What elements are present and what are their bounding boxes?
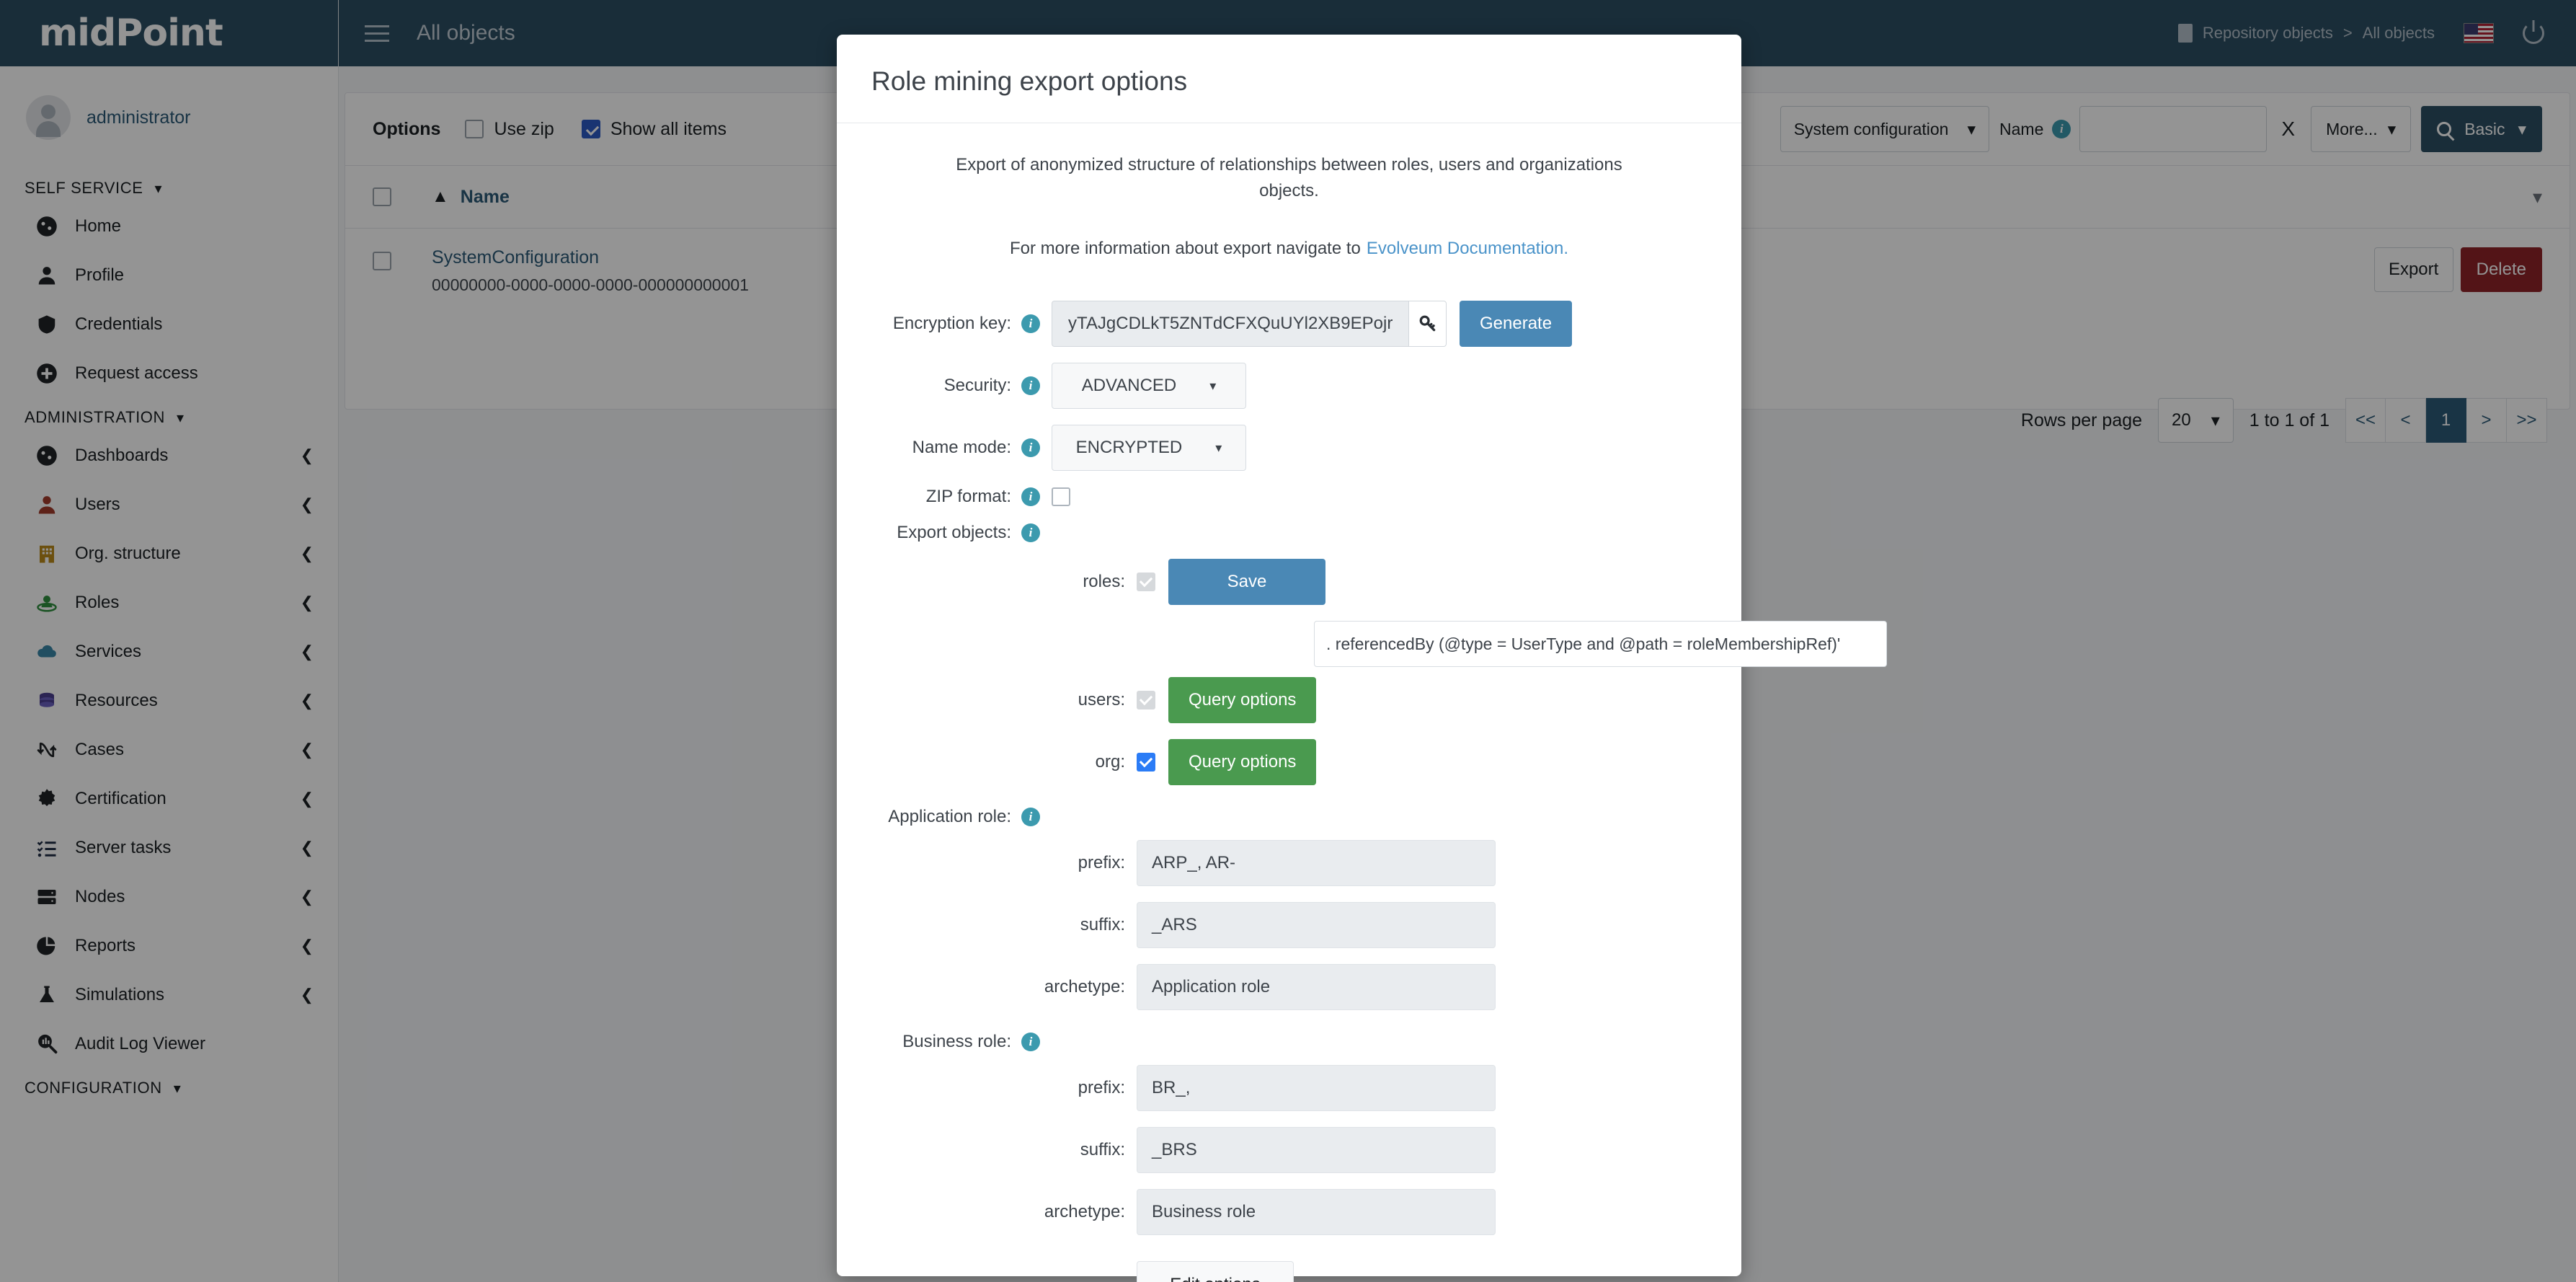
business-role-label: Business role: xyxy=(902,1032,1011,1052)
name-mode-value: ENCRYPTED xyxy=(1076,438,1183,458)
encryption-key-label: Encryption key: xyxy=(893,314,1011,334)
role-mining-export-dialog: Role mining export options Export of ano… xyxy=(837,35,1741,1276)
edit-options-button[interactable]: Edit options xyxy=(1137,1261,1294,1282)
export-objects-label: Export objects: xyxy=(897,523,1011,543)
roles-label: roles: xyxy=(1083,572,1125,592)
info-icon[interactable]: i xyxy=(1021,376,1040,395)
roles-query-input[interactable]: . referencedBy (@type = UserType and @pa… xyxy=(1314,621,1887,667)
biz-archetype-label-wrap: archetype: xyxy=(871,1202,1137,1222)
export-options-form: Encryption key: i yTAJgCDLkT5ZNTdCFXQuUY… xyxy=(871,301,1707,1282)
security-value: ADVANCED xyxy=(1082,376,1177,396)
name-mode-label: Name mode: xyxy=(912,438,1011,458)
users-row: users: Query options xyxy=(871,677,1707,723)
key-icon[interactable] xyxy=(1408,301,1447,347)
zip-format-label-wrap: ZIP format: i xyxy=(871,487,1052,507)
dialog-doc-row: For more information about export naviga… xyxy=(871,239,1707,259)
biz-suffix-input[interactable]: _BRS xyxy=(1137,1127,1496,1173)
biz-archetype-row: archetype: Business role xyxy=(871,1189,1707,1235)
encryption-key-input[interactable]: yTAJgCDLkT5ZNTdCFXQuUYl2XB9EPojr xyxy=(1052,301,1408,347)
app-prefix-row: prefix: ARP_, AR- xyxy=(871,840,1707,886)
chevron-down-icon: ▾ xyxy=(1209,379,1216,394)
edit-options-row: Edit options Hide additional options xyxy=(871,1261,1707,1282)
roles-save-button[interactable]: Save xyxy=(1168,559,1325,605)
dialog-title: Role mining export options xyxy=(871,66,1707,97)
app-suffix-label-wrap: suffix: xyxy=(871,915,1137,935)
org-label-wrap: org: xyxy=(871,752,1137,772)
app-archetype-input[interactable]: Application role xyxy=(1137,964,1496,1010)
dialog-body: Export of anonymized structure of relati… xyxy=(837,123,1741,1282)
business-role-section: Business role: i xyxy=(871,1032,1707,1052)
users-query-options-button[interactable]: Query options xyxy=(1168,677,1316,723)
app-archetype-label: archetype: xyxy=(1044,977,1125,997)
users-checkbox xyxy=(1137,691,1155,709)
biz-archetype-label: archetype: xyxy=(1044,1202,1125,1222)
app-prefix-label-wrap: prefix: xyxy=(871,853,1137,873)
users-label-wrap: users: xyxy=(871,690,1137,710)
roles-checkbox xyxy=(1137,573,1155,591)
generate-key-button[interactable]: Generate xyxy=(1460,301,1572,347)
zip-format-label: ZIP format: xyxy=(926,487,1011,507)
dialog-description: Export of anonymized structure of relati… xyxy=(925,152,1653,204)
zip-format-row: ZIP format: i xyxy=(871,487,1707,507)
doc-info-prefix: For more information about export naviga… xyxy=(1010,239,1361,258)
zip-format-checkbox[interactable] xyxy=(1052,487,1070,506)
name-mode-row: Name mode: i ENCRYPTED ▾ xyxy=(871,425,1707,471)
app-suffix-row: suffix: _ARS xyxy=(871,902,1707,948)
app-prefix-input[interactable]: ARP_, AR- xyxy=(1137,840,1496,886)
app-prefix-label: prefix: xyxy=(1078,853,1125,873)
biz-prefix-label: prefix: xyxy=(1078,1078,1125,1098)
name-mode-label-wrap: Name mode: i xyxy=(871,438,1052,458)
app-suffix-label: suffix: xyxy=(1080,915,1125,935)
security-row: Security: i ADVANCED ▾ xyxy=(871,363,1707,409)
export-objects-label-wrap: Export objects: i xyxy=(871,523,1052,543)
app-archetype-row: archetype: Application role xyxy=(871,964,1707,1010)
org-row: org: Query options xyxy=(871,739,1707,785)
info-icon[interactable]: i xyxy=(1021,438,1040,457)
application-role-label-wrap: Application role: i xyxy=(871,807,1052,827)
biz-suffix-row: suffix: _BRS xyxy=(871,1127,1707,1173)
dialog-header: Role mining export options xyxy=(837,35,1741,123)
security-select[interactable]: ADVANCED ▾ xyxy=(1052,363,1246,409)
biz-prefix-label-wrap: prefix: xyxy=(871,1078,1137,1098)
chevron-down-icon: ▾ xyxy=(1215,441,1222,456)
security-label: Security: xyxy=(944,376,1011,396)
biz-suffix-label: suffix: xyxy=(1080,1140,1125,1160)
encryption-key-label-wrap: Encryption key: i xyxy=(871,314,1052,334)
biz-prefix-row: prefix: BR_, xyxy=(871,1065,1707,1111)
users-label: users: xyxy=(1078,690,1125,710)
roles-row: roles: Save xyxy=(871,559,1707,605)
app-archetype-label-wrap: archetype: xyxy=(871,977,1137,997)
org-query-options-button[interactable]: Query options xyxy=(1168,739,1316,785)
security-label-wrap: Security: i xyxy=(871,376,1052,396)
org-checkbox[interactable] xyxy=(1137,753,1155,772)
application-role-label: Application role: xyxy=(888,807,1011,827)
org-label: org: xyxy=(1096,752,1125,772)
biz-archetype-input[interactable]: Business role xyxy=(1137,1189,1496,1235)
encryption-key-row: Encryption key: i yTAJgCDLkT5ZNTdCFXQuUY… xyxy=(871,301,1707,347)
app-suffix-input[interactable]: _ARS xyxy=(1137,902,1496,948)
info-icon[interactable]: i xyxy=(1021,808,1040,826)
info-icon[interactable]: i xyxy=(1021,314,1040,333)
info-icon[interactable]: i xyxy=(1021,487,1040,506)
application-window: midPoint administrator SELF SERVICE ▾ Ho… xyxy=(0,0,2576,1282)
info-icon[interactable]: i xyxy=(1021,1033,1040,1051)
biz-prefix-input[interactable]: BR_, xyxy=(1137,1065,1496,1111)
name-mode-select[interactable]: ENCRYPTED ▾ xyxy=(1052,425,1246,471)
biz-suffix-label-wrap: suffix: xyxy=(871,1140,1137,1160)
info-icon[interactable]: i xyxy=(1021,523,1040,542)
application-role-section: Application role: i xyxy=(871,807,1707,827)
roles-label-wrap: roles: xyxy=(871,572,1137,592)
export-objects-row: Export objects: i xyxy=(871,523,1707,543)
business-role-label-wrap: Business role: i xyxy=(871,1032,1052,1052)
evolveum-documentation-link[interactable]: Evolveum Documentation. xyxy=(1367,239,1568,258)
